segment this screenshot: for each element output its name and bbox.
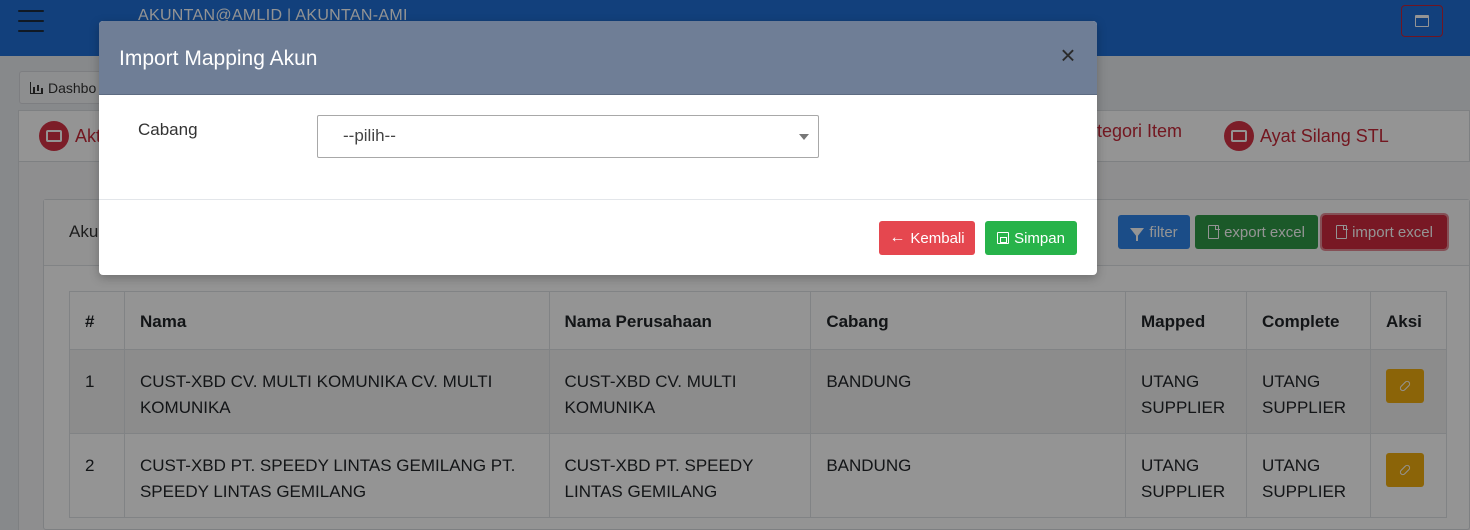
import-mapping-modal: Import Mapping Akun × Cabang --pilih-- ←… bbox=[99, 21, 1097, 275]
simpan-button[interactable]: Simpan bbox=[985, 221, 1077, 255]
kembali-button[interactable]: ← Kembali bbox=[879, 221, 975, 255]
chevron-down-icon bbox=[799, 134, 809, 140]
simpan-label: Simpan bbox=[1014, 229, 1065, 247]
close-icon[interactable]: × bbox=[1059, 42, 1077, 68]
cabang-select[interactable]: --pilih-- bbox=[317, 115, 819, 158]
modal-title: Import Mapping Akun bbox=[119, 47, 318, 70]
cabang-label: Cabang bbox=[138, 120, 198, 139]
modal-header: Import Mapping Akun × bbox=[99, 21, 1097, 95]
arrow-left-icon: ← bbox=[889, 229, 906, 246]
modal-footer: ← Kembali Simpan bbox=[99, 199, 1097, 275]
modal-body: Cabang --pilih-- bbox=[99, 95, 1097, 200]
save-icon bbox=[997, 232, 1010, 244]
kembali-label: Kembali bbox=[910, 229, 965, 247]
select-value: --pilih-- bbox=[343, 126, 396, 145]
